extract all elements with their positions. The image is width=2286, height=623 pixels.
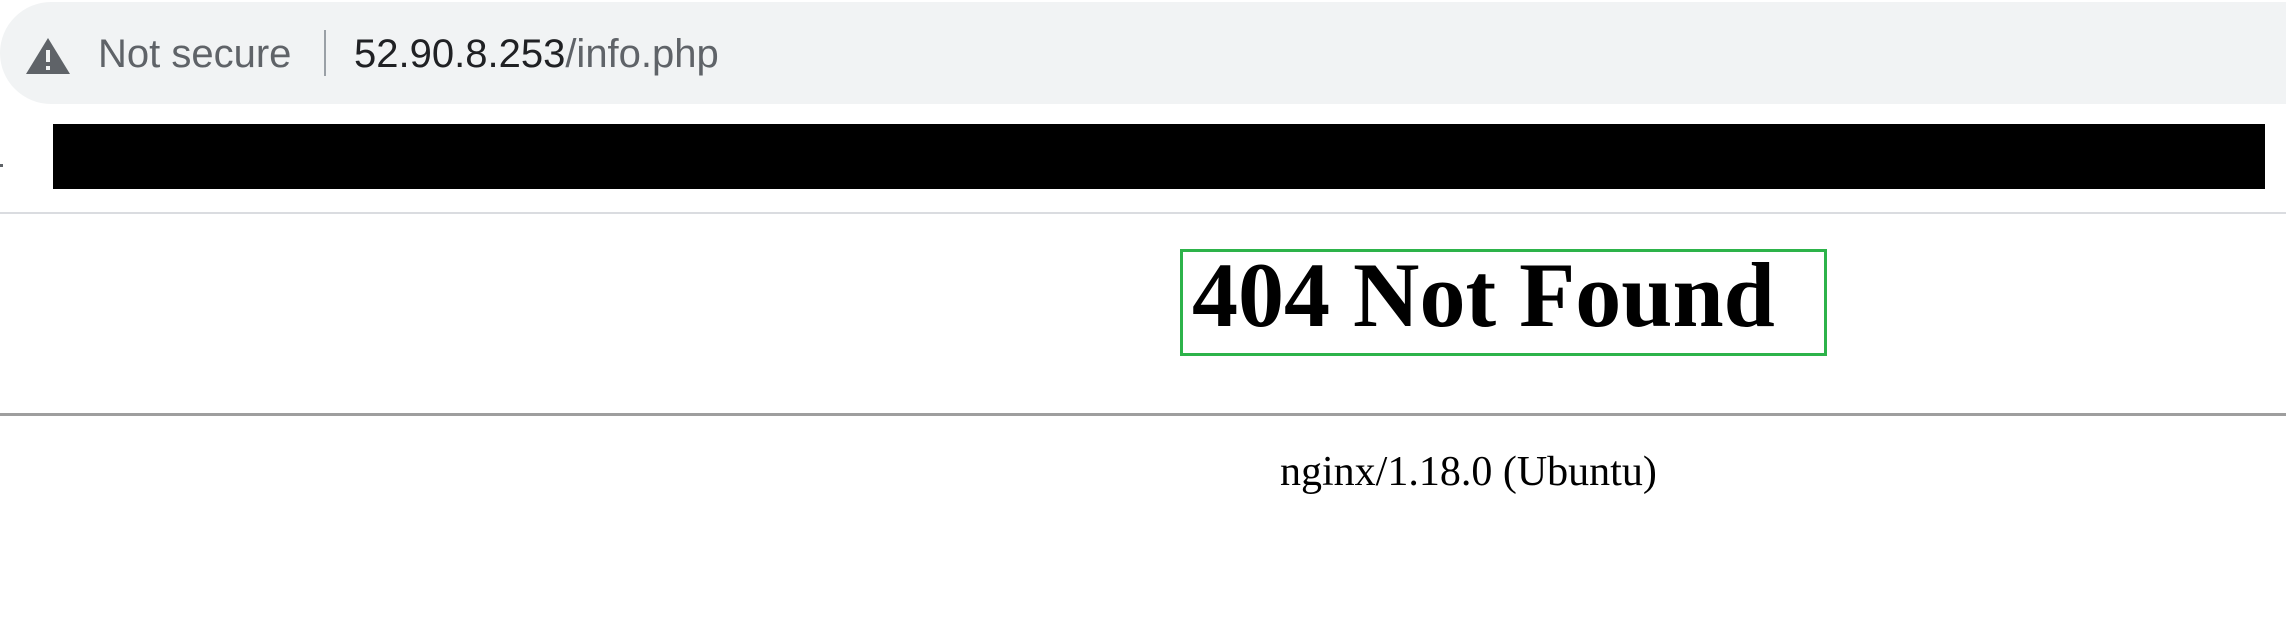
warning-triangle-icon[interactable]	[24, 36, 72, 76]
security-status-label[interactable]: Not secure	[98, 26, 291, 82]
address-bar-separator	[324, 30, 326, 76]
toolbar-divider	[0, 212, 2286, 214]
redaction-bar	[53, 124, 2265, 189]
url-path: /info.php	[565, 32, 719, 76]
bookmarks-bar-edge	[0, 164, 3, 167]
url-host: 52.90.8.253	[354, 32, 566, 76]
url-field[interactable]: 52.90.8.253/info.php	[354, 26, 719, 82]
horizontal-rule	[0, 413, 2286, 416]
page-title: 404 Not Found	[1192, 244, 1775, 346]
server-signature: nginx/1.18.0 (Ubuntu)	[1280, 449, 1657, 495]
address-bar[interactable]: Not secure 52.90.8.253/info.php	[0, 2, 2286, 104]
